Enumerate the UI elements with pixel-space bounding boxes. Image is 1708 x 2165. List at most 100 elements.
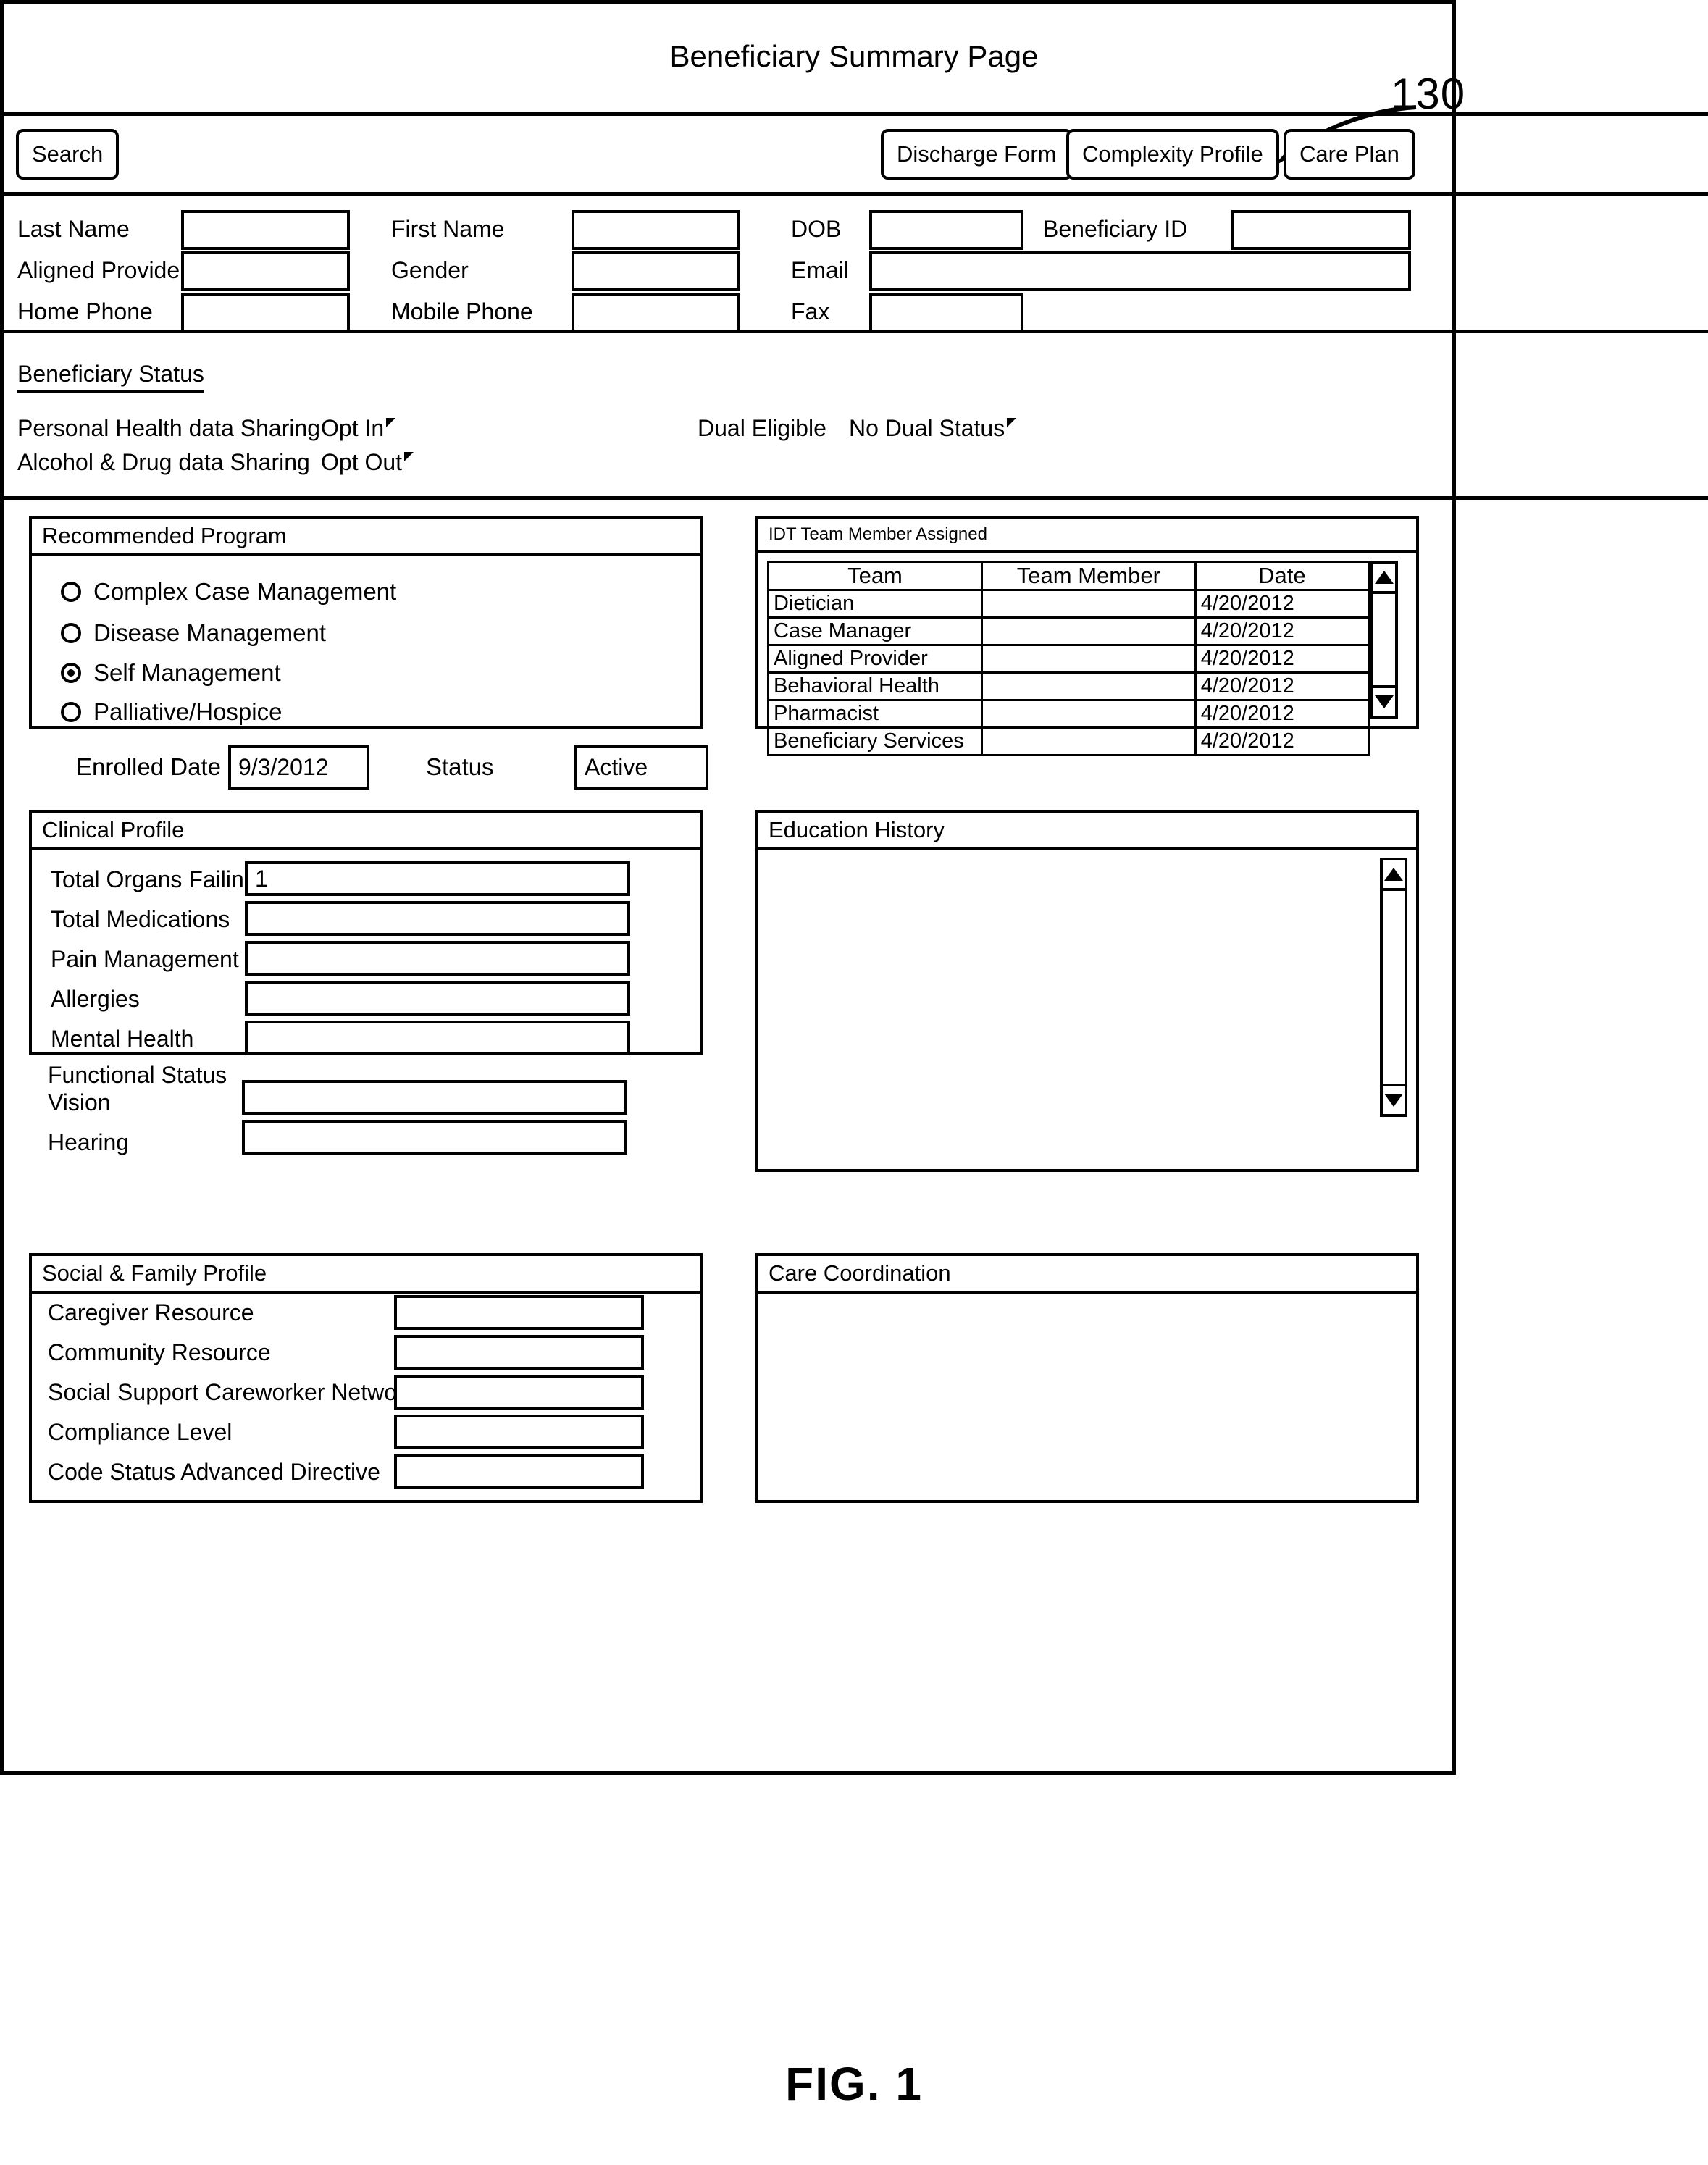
pain-management-field[interactable] xyxy=(245,941,630,976)
scroll-up-button[interactable] xyxy=(1383,860,1405,891)
main-content-area: Recommended Program Complex Case Managem… xyxy=(0,500,1708,1771)
total-organs-failing-field[interactable]: 1 xyxy=(245,861,630,896)
education-history-content[interactable] xyxy=(769,858,1365,1165)
clinical-profile-panel: Clinical Profile Total Organs Failing 1 … xyxy=(29,810,703,1055)
alcohol-drug-sharing-text: Opt Out xyxy=(321,449,403,475)
mental-health-field[interactable] xyxy=(245,1021,630,1055)
last-name-label: Last Name xyxy=(17,216,130,242)
status-field[interactable]: Active xyxy=(574,745,708,790)
cell-team: Dietician xyxy=(767,589,983,619)
clinical-profile-title: Clinical Profile xyxy=(32,813,700,850)
email-field[interactable] xyxy=(869,251,1411,291)
pain-management-label: Pain Management xyxy=(51,946,239,972)
personal-health-sharing-label: Personal Health data Sharing xyxy=(17,415,321,441)
hearing-label: Hearing xyxy=(48,1129,130,1155)
care-coordination-panel: Care Coordination xyxy=(755,1253,1419,1503)
dob-field[interactable] xyxy=(869,210,1023,250)
beneficiary-id-label: Beneficiary ID xyxy=(1043,216,1188,242)
social-support-careworker-network-label: Social Support Careworker Network xyxy=(48,1379,416,1405)
education-history-panel: Education History xyxy=(755,810,1419,1172)
enrolled-date-label: Enrolled Date xyxy=(76,753,221,780)
education-history-scrollbar[interactable] xyxy=(1380,858,1407,1117)
table-row[interactable]: Behavioral Health 4/20/2012 xyxy=(767,671,1370,701)
recommended-program-title: Recommended Program xyxy=(32,519,700,556)
dropdown-caret-icon xyxy=(404,452,414,462)
beneficiary-id-field[interactable] xyxy=(1231,210,1411,250)
allergies-label: Allergies xyxy=(51,986,140,1012)
cell-team-member[interactable] xyxy=(980,671,1197,701)
idt-team-panel: IDT Team Member Assigned Team Team Membe… xyxy=(755,516,1419,756)
care-coordination-content[interactable] xyxy=(769,1301,1406,1496)
cell-team-member[interactable] xyxy=(980,644,1197,674)
scroll-down-button[interactable] xyxy=(1383,1084,1405,1114)
table-row[interactable]: Case Manager 4/20/2012 xyxy=(767,616,1370,646)
social-family-profile-panel: Social & Family Profile Caregiver Resour… xyxy=(29,1253,703,1503)
figure-caption: FIG. 1 xyxy=(785,2058,923,2110)
page-title: Beneficiary Summary Page xyxy=(669,38,1039,73)
dropdown-caret-icon xyxy=(1007,418,1017,428)
radio-complex-case-management[interactable]: Complex Case Management xyxy=(61,578,396,606)
cell-team-member[interactable] xyxy=(980,589,1197,619)
community-resource-field[interactable] xyxy=(394,1335,644,1370)
enrolled-date-field[interactable]: 9/3/2012 xyxy=(228,745,369,790)
discharge-form-button[interactable]: Discharge Form xyxy=(881,129,1073,180)
care-coordination-title: Care Coordination xyxy=(758,1256,1416,1294)
idt-team-title: IDT Team Member Assigned xyxy=(758,519,1416,553)
triangle-down-icon xyxy=(1375,695,1394,708)
compliance-level-field[interactable] xyxy=(394,1415,644,1449)
scroll-down-button[interactable] xyxy=(1373,685,1395,716)
complexity-profile-button[interactable]: Complexity Profile xyxy=(1066,129,1279,180)
cell-date: 4/20/2012 xyxy=(1194,699,1370,729)
personal-health-sharing-value[interactable]: Opt In xyxy=(321,415,396,442)
code-status-advanced-directive-field[interactable] xyxy=(394,1454,644,1489)
first-name-label: First Name xyxy=(391,216,505,242)
table-row[interactable]: Aligned Provider 4/20/2012 xyxy=(767,644,1370,674)
radio-disease-management[interactable]: Disease Management xyxy=(61,619,326,647)
cell-team: Beneficiary Services xyxy=(767,726,983,756)
triangle-up-icon xyxy=(1384,868,1403,881)
cell-date: 4/20/2012 xyxy=(1194,726,1370,756)
table-row[interactable]: Pharmacist 4/20/2012 xyxy=(767,699,1370,729)
search-button[interactable]: Search xyxy=(16,129,120,180)
total-medications-field[interactable] xyxy=(245,901,630,936)
home-phone-label: Home Phone xyxy=(17,298,153,324)
cell-team-member[interactable] xyxy=(980,726,1197,756)
cell-team-member[interactable] xyxy=(980,699,1197,729)
allergies-field[interactable] xyxy=(245,981,630,1016)
window-title-bar: Beneficiary Summary Page xyxy=(0,0,1708,116)
first-name-field[interactable] xyxy=(572,210,740,250)
code-status-advanced-directive-label: Code Status Advanced Directive xyxy=(48,1459,380,1485)
beneficiary-status-section: Beneficiary Status Personal Health data … xyxy=(0,333,1708,500)
table-row[interactable]: Beneficiary Services 4/20/2012 xyxy=(767,726,1370,756)
gender-label: Gender xyxy=(391,257,469,283)
alcohol-drug-sharing-value[interactable]: Opt Out xyxy=(321,449,414,476)
personal-health-sharing-text: Opt In xyxy=(321,415,385,441)
alcohol-drug-sharing-label: Alcohol & Drug data Sharing xyxy=(17,449,310,475)
aligned-provider-field[interactable] xyxy=(181,251,350,291)
caregiver-resource-field[interactable] xyxy=(394,1295,644,1330)
social-family-profile-title: Social & Family Profile xyxy=(32,1256,700,1294)
fax-label: Fax xyxy=(791,298,830,324)
hearing-field[interactable] xyxy=(242,1120,627,1155)
home-phone-field[interactable] xyxy=(181,293,350,332)
caregiver-resource-label: Caregiver Resource xyxy=(48,1299,254,1326)
social-support-careworker-network-field[interactable] xyxy=(394,1375,644,1410)
last-name-field[interactable] xyxy=(181,210,350,250)
scroll-up-button[interactable] xyxy=(1373,564,1395,594)
beneficiary-status-heading: Beneficiary Status xyxy=(17,361,204,393)
care-plan-button[interactable]: Care Plan xyxy=(1284,129,1415,180)
mobile-phone-field[interactable] xyxy=(572,293,740,332)
dual-eligible-value[interactable]: No Dual Status xyxy=(849,415,1017,442)
gender-field[interactable] xyxy=(572,251,740,291)
radio-label: Disease Management xyxy=(93,619,327,646)
fax-field[interactable] xyxy=(869,293,1023,332)
radio-icon xyxy=(61,702,81,722)
radio-self-management[interactable]: Self Management xyxy=(61,659,281,687)
cell-date: 4/20/2012 xyxy=(1194,644,1370,674)
table-row[interactable]: Dietician 4/20/2012 xyxy=(767,589,1370,619)
status-label: Status xyxy=(426,753,494,780)
radio-palliative-hospice[interactable]: Palliative/Hospice xyxy=(61,698,282,726)
cell-team-member[interactable] xyxy=(980,616,1197,646)
vision-field[interactable] xyxy=(242,1080,627,1115)
idt-team-scrollbar[interactable] xyxy=(1370,561,1398,719)
